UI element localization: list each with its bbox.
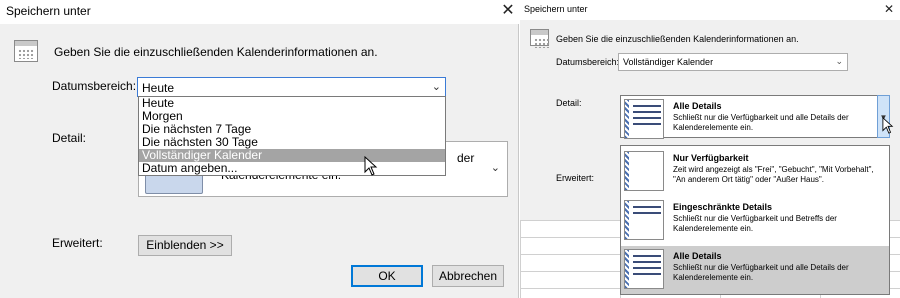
cancel-button[interactable]: Abbrechen <box>432 265 504 287</box>
close-icon[interactable]: ✕ <box>882 2 896 16</box>
availability-only-icon <box>624 151 664 191</box>
full-details-icon <box>624 249 664 289</box>
detail-option-desc: Schließt nur die Verfügbarkeit und Betre… <box>673 214 837 233</box>
chevron-down-icon[interactable]: ⌄ <box>835 56 843 67</box>
detail-text-fragment: der <box>457 151 475 165</box>
date-range-label: Datumsbereich: <box>52 79 137 93</box>
detail-current-desc: Schließt nur die Verfügbarkeit und alle … <box>673 113 849 132</box>
instruction-text: Geben Sie die einzuschließenden Kalender… <box>556 34 799 44</box>
dropdown-option[interactable]: Heute <box>139 97 445 110</box>
date-range-value: Vollständiger Kalender <box>623 57 714 67</box>
date-range-value: Heute <box>142 81 175 95</box>
close-icon[interactable]: ✕ <box>497 1 519 21</box>
show-advanced-button[interactable]: Einblenden >> <box>138 235 232 256</box>
save-as-dialog-right: Speichern unter ✕ Geben Sie die einzusch… <box>520 0 900 298</box>
detail-label: Detail: <box>52 131 87 145</box>
detail-option-desc: Zeit wird angezeigt als "Frei", "Gebucht… <box>673 165 874 184</box>
detail-preview-icon <box>624 99 664 139</box>
detail-option-highlighted[interactable]: Alle Details Schließt nur die Verfügbark… <box>621 246 889 294</box>
detail-label: Detail: <box>556 98 582 108</box>
date-range-dropdown-list[interactable]: Heute Morgen Die nächsten 7 Tage Die näc… <box>138 96 446 176</box>
detail-current-name: Alle Details <box>673 101 722 111</box>
detail-dropdown-list[interactable]: Nur Verfügbarkeit Zeit wird angezeigt al… <box>620 145 890 295</box>
dialog-title: Speichern unter <box>6 4 91 18</box>
detail-option[interactable]: Nur Verfügbarkeit Zeit wird angezeigt al… <box>621 148 889 196</box>
dropdown-option[interactable]: Datum angeben... <box>139 162 445 175</box>
date-range-combobox[interactable]: Heute ⌄ <box>137 77 446 97</box>
detail-combobox[interactable]: Alle Details Schließt nur die Verfügbark… <box>620 95 885 139</box>
detail-option-name: Alle Details <box>673 251 722 261</box>
title-bar: Speichern unter ✕ <box>0 0 519 24</box>
detail-option-desc: Schließt nur die Verfügbarkeit und alle … <box>673 263 849 282</box>
calendar-icon <box>530 29 550 48</box>
calendar-icon <box>14 40 38 62</box>
ok-button[interactable]: OK <box>351 265 423 287</box>
detail-option-name: Eingeschränkte Details <box>673 202 773 212</box>
save-as-dialog-left: Speichern unter ✕ Geben Sie die einzusch… <box>0 0 519 298</box>
date-range-combobox[interactable]: Vollständiger Kalender ⌄ <box>618 53 848 71</box>
detail-option-name: Nur Verfügbarkeit <box>673 153 749 163</box>
mouse-pointer-icon <box>364 156 378 176</box>
instruction-text: Geben Sie die einzuschließenden Kalender… <box>54 45 378 59</box>
title-bar: Speichern unter ✕ <box>520 0 900 20</box>
chevron-down-icon[interactable]: ⌄ <box>432 80 441 93</box>
limited-details-icon <box>624 200 664 240</box>
mouse-pointer-icon <box>882 117 894 134</box>
chevron-down-icon[interactable]: ⌄ <box>491 161 500 174</box>
date-range-label: Datumsbereich: <box>556 57 620 67</box>
advanced-label: Erweitert: <box>52 236 103 250</box>
detail-option[interactable]: Eingeschränkte Details Schließt nur die … <box>621 197 889 245</box>
advanced-label: Erweitert: <box>556 173 595 183</box>
dialog-title: Speichern unter <box>524 4 588 14</box>
